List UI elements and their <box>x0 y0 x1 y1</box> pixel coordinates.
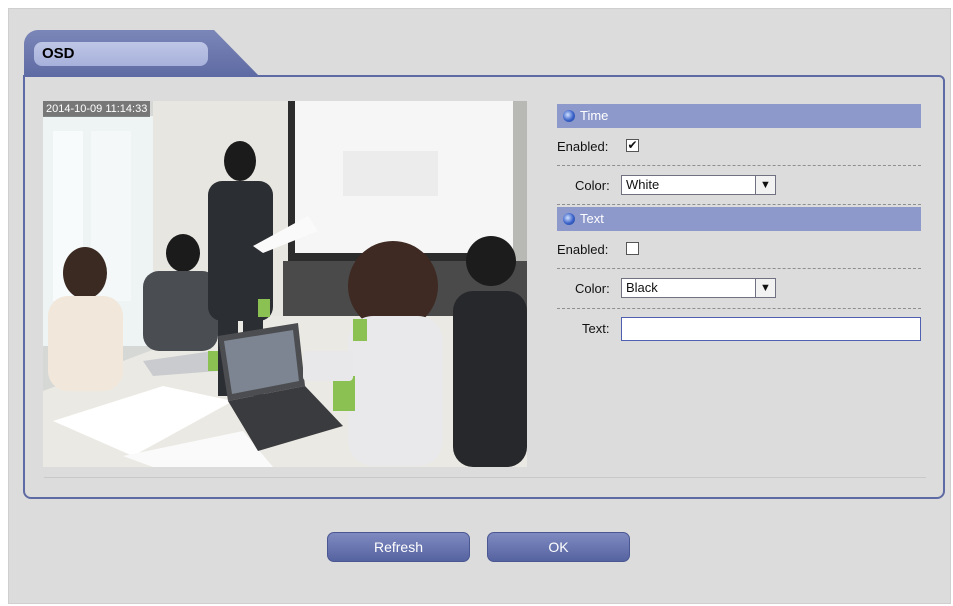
time-section-header: Time <box>557 104 921 128</box>
circle-bullet-icon <box>563 213 575 225</box>
divider <box>557 308 921 309</box>
chevron-down-icon[interactable]: ▼ <box>755 176 775 194</box>
divider <box>557 268 921 269</box>
divider <box>557 165 921 166</box>
ok-button[interactable]: OK <box>487 532 630 562</box>
timestamp-overlay: 2014-10-09 11:14:33 <box>43 101 151 117</box>
time-color-select[interactable]: White ▼ <box>621 175 776 195</box>
text-text-label: Text: <box>582 321 610 336</box>
text-section-header: Text <box>557 207 921 231</box>
checkmark-icon: ✔ <box>627 138 638 152</box>
text-color-value: Black <box>626 280 658 295</box>
text-color-select[interactable]: Black ▼ <box>621 278 776 298</box>
divider <box>557 204 921 205</box>
osd-text-input[interactable] <box>621 317 921 341</box>
refresh-button[interactable]: Refresh <box>327 532 470 562</box>
time-color-label: Color: <box>575 178 610 193</box>
osd-tab-title: OSD <box>34 42 208 66</box>
panel-divider <box>44 477 926 478</box>
text-enabled-checkbox[interactable] <box>626 242 639 255</box>
camera-image <box>43 101 527 467</box>
chevron-down-icon[interactable]: ▼ <box>755 279 775 297</box>
circle-bullet-icon <box>563 110 575 122</box>
time-enabled-label: Enabled: <box>557 139 609 154</box>
time-color-value: White <box>626 177 660 192</box>
text-section-title: Text <box>580 211 604 226</box>
time-section-title: Time <box>580 108 609 123</box>
time-enabled-checkbox[interactable]: ✔ <box>626 139 639 152</box>
text-color-label: Color: <box>575 281 610 296</box>
text-enabled-label: Enabled: <box>557 242 609 257</box>
video-preview: 2014-10-09 11:14:33 <box>43 101 527 467</box>
